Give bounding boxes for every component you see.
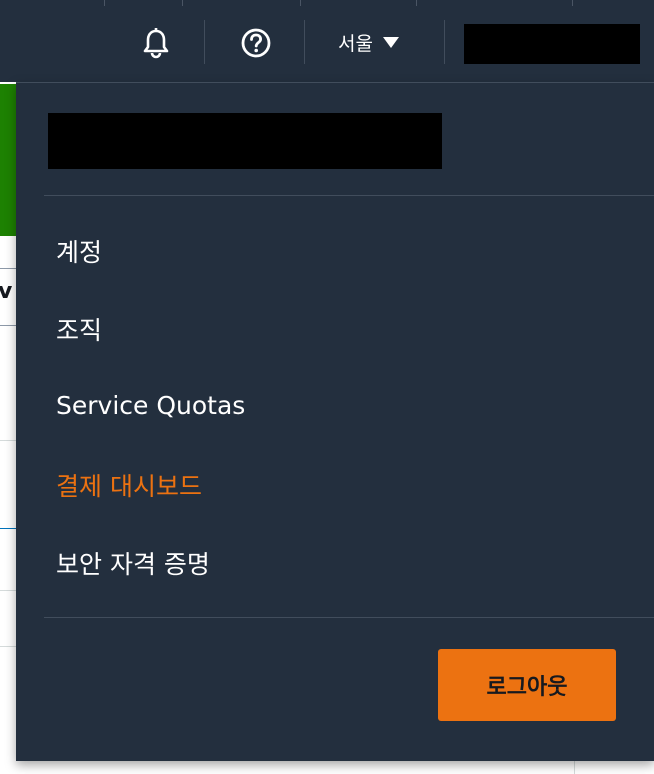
nav-separator (204, 20, 205, 64)
account-menu-button[interactable] (464, 24, 640, 64)
nav-divider-tick (572, 0, 573, 6)
nav-divider-tick (182, 0, 183, 6)
caret-down-icon (382, 36, 399, 48)
menu-item-organizations[interactable]: 조직 (56, 311, 102, 347)
nav-divider-tick (300, 0, 301, 6)
nav-separator (304, 20, 305, 64)
top-navigation-bar: 서울 (0, 0, 654, 82)
menu-item-account[interactable]: 계정 (56, 233, 102, 269)
menu-divider (44, 617, 654, 618)
bell-icon (143, 28, 169, 59)
nav-divider-tick (416, 0, 417, 6)
menu-item-security-credentials[interactable]: 보안 자격 증명 (56, 545, 210, 581)
menu-divider (44, 195, 654, 196)
background-divider (0, 590, 16, 591)
logout-button[interactable]: 로그아웃 (438, 649, 616, 721)
background-divider (0, 646, 16, 647)
success-banner-edge (0, 84, 16, 236)
nav-divider-tick (104, 0, 105, 6)
background-panel-edge: v (0, 268, 16, 326)
background-text-fragment: v (0, 279, 13, 304)
menu-item-service-quotas[interactable]: Service Quotas (56, 391, 245, 420)
question-circle-icon (241, 28, 271, 58)
menu-item-billing-dashboard[interactable]: 결제 대시보드 (56, 467, 202, 503)
help-button[interactable] (238, 24, 274, 62)
nav-separator (444, 20, 445, 64)
background-divider (0, 528, 16, 529)
region-selector[interactable]: 서울 (338, 26, 399, 58)
account-dropdown-menu: 계정 조직 Service Quotas 결제 대시보드 보안 자격 증명 로그… (16, 82, 654, 761)
region-label: 서울 (338, 32, 373, 55)
account-name-redacted (48, 113, 442, 169)
notifications-button[interactable] (138, 24, 174, 62)
background-divider (0, 440, 16, 441)
